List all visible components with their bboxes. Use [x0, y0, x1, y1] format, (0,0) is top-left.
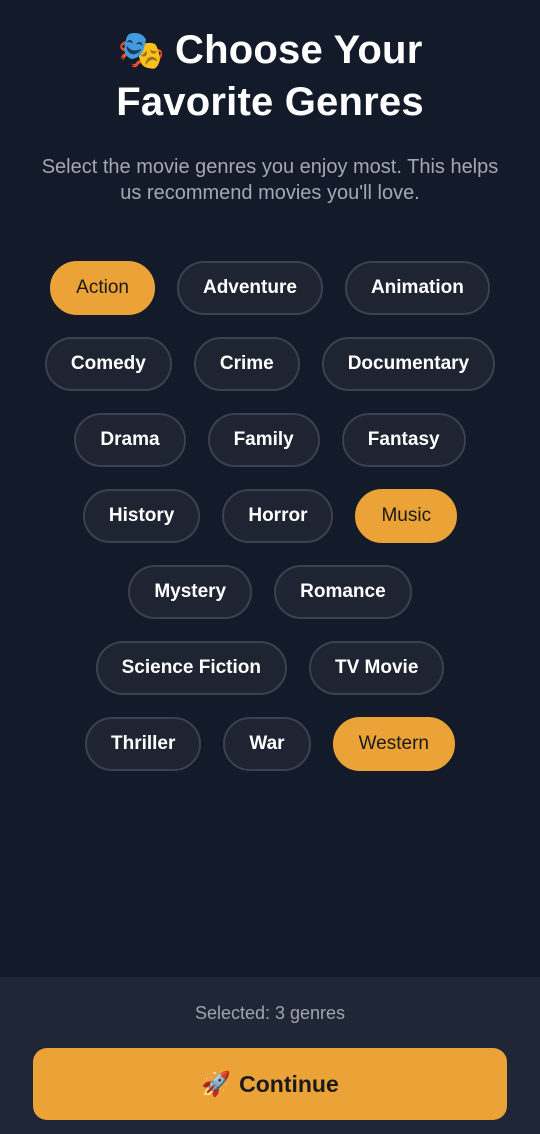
genre-chip-history[interactable]: History	[82, 489, 201, 543]
genre-chip-fantasy[interactable]: Fantasy	[341, 413, 466, 467]
genre-chip-western[interactable]: Western	[332, 717, 455, 771]
genre-row: History Horror Music	[0, 489, 540, 543]
genre-chip-animation[interactable]: Animation	[344, 261, 490, 315]
genre-chip-tv-movie[interactable]: TV Movie	[308, 641, 445, 695]
continue-label: Continue	[239, 1070, 339, 1097]
genre-chip-horror[interactable]: Horror	[222, 489, 334, 543]
genre-chip-thriller[interactable]: Thriller	[84, 717, 202, 771]
rocket-icon: 🚀	[201, 1070, 232, 1098]
genre-chip-list: Action Adventure Animation Comedy Crime Docum…	[0, 261, 540, 793]
continue-button[interactable]: 🚀 Continue	[33, 1048, 507, 1120]
selected-count: Selected: 3 genres	[194, 1003, 346, 1023]
genre-row: Thriller War Western	[0, 717, 540, 771]
theater-masks-icon: 🎭	[117, 28, 166, 72]
genre-chip-crime[interactable]: Crime	[193, 337, 300, 391]
genre-selection-screen: 🎭 Choose Your Favorite Genres Select the …	[0, 0, 540, 1134]
genre-chip-adventure[interactable]: Adventure	[176, 261, 323, 315]
genre-chip-romance[interactable]: Romance	[274, 565, 412, 619]
genre-chip-music[interactable]: Music	[355, 489, 458, 543]
header: 🎭 Choose Your Favorite Genres Select the …	[0, 24, 540, 206]
title-line-1: Choose Your	[175, 28, 423, 72]
genre-chip-family[interactable]: Family	[207, 413, 320, 467]
title-line-2: Favorite Genres	[116, 80, 424, 124]
genre-chip-action[interactable]: Action	[50, 261, 155, 315]
genre-row: Action Adventure Animation	[0, 261, 540, 315]
genre-chip-documentary[interactable]: Documentary	[321, 337, 496, 391]
genre-chip-science-fiction[interactable]: Science Fiction	[95, 641, 287, 695]
genre-row: Comedy Crime Documentary	[0, 337, 540, 391]
footer-bar: Selected: 3 genres 🚀 Continue	[0, 977, 540, 1134]
page-title: 🎭 Choose Your Favorite Genres	[0, 24, 540, 128]
genre-row: Science Fiction TV Movie	[0, 641, 540, 695]
genre-row: Mystery Romance	[0, 565, 540, 619]
genre-chip-war[interactable]: War	[223, 717, 311, 771]
genre-chip-mystery[interactable]: Mystery	[128, 565, 253, 619]
genre-chip-comedy[interactable]: Comedy	[44, 337, 172, 391]
genre-chip-drama[interactable]: Drama	[74, 413, 186, 467]
subtitle: Select the movie genres you enjoy most. …	[41, 156, 499, 204]
genre-row: Drama Family Fantasy	[0, 413, 540, 467]
